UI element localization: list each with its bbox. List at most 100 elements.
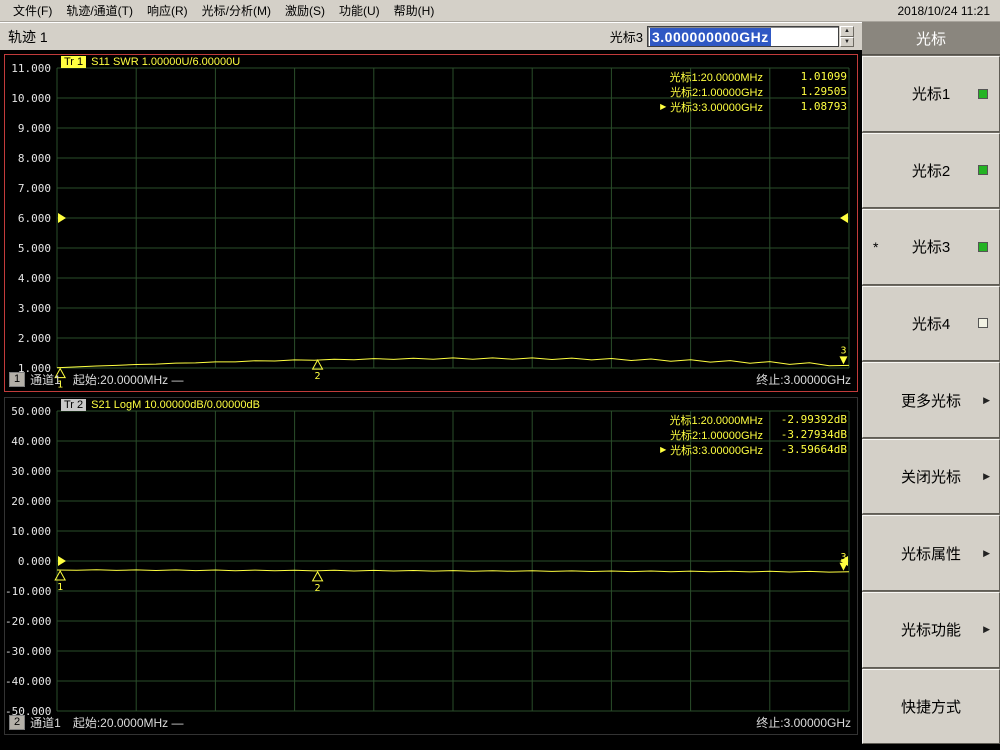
sweep-stop-label: 终止:3.00000GHz (756, 371, 851, 388)
marker-readout-label: 光标2:1.00000GHz (670, 427, 763, 443)
marker-readout-line: 光标2:1.00000GHz-3.27934dB (659, 427, 847, 442)
active-trace-selector[interactable]: 轨迹 1 (8, 27, 48, 47)
marker-readout-line: 光标2:1.00000GHz1.29505 (659, 84, 847, 99)
softkey-marker1[interactable]: 光标1 (862, 56, 1000, 132)
chart-title-row: Tr 2 S21 LogM 10.00000dB/0.00000dB (61, 399, 260, 411)
active-softkey-star: * (873, 239, 878, 255)
y-axis-tick: -10.000 (5, 585, 51, 598)
softkey-marker3[interactable]: * 光标3 (862, 209, 1000, 285)
active-marker-arrow-icon[interactable] (839, 356, 847, 364)
menu-bar: 文件(F)轨迹/通道(T)响应(R)光标/分析(M)激励(S)功能(U)帮助(H… (0, 0, 1000, 22)
y-axis-tick: 30.000 (5, 465, 51, 478)
menu-trace-channel[interactable]: 轨迹/通道(T) (59, 0, 140, 22)
softkey-marker-function[interactable]: 光标功能 ▶ (862, 592, 1000, 668)
softkey-label: 更多光标 (901, 390, 961, 411)
sidebar-header: 光标 (862, 22, 1000, 55)
sweep-start-label: 起始:20.0000MHz ― (73, 714, 184, 731)
marker-readout-line: ▶光标3:3.00000GHz-3.59664dB (659, 442, 847, 457)
spinner-down-button[interactable]: ▼ (840, 37, 854, 48)
channel-name: 通道1 (30, 371, 61, 388)
chart-panel-tr2-s21-logm: 123 50.00040.00030.00020.00010.0000.000-… (4, 397, 858, 735)
y-axis-tick: 0.000 (5, 555, 51, 568)
marker-number: 3 (840, 345, 846, 356)
submenu-arrow-icon: ▶ (983, 471, 990, 482)
marker-number: 1 (57, 582, 63, 593)
sweep-stop-label: 终止:3.00000GHz (756, 714, 851, 731)
softkey-label: 光标功能 (901, 619, 961, 640)
y-axis-ticks: 11.00010.0009.0008.0007.0006.0005.0004.0… (5, 55, 53, 391)
softkey-shortcut[interactable]: 快捷方式 (862, 669, 1000, 745)
marker-readout-value: 1.29505 (769, 85, 847, 98)
softkey-more-markers[interactable]: 更多光标 ▶ (862, 362, 1000, 438)
chart-title-text: S11 SWR 1.00000U/6.00000U (91, 56, 240, 68)
softkey-label: 光标3 (912, 236, 950, 257)
y-axis-tick: 7.000 (5, 182, 51, 195)
menu-file[interactable]: 文件(F) (6, 0, 59, 22)
trace-badge-tr2[interactable]: Tr 2 (61, 399, 86, 411)
y-axis-tick: 50.000 (5, 405, 51, 418)
y-axis-tick: 9.000 (5, 122, 51, 135)
chart-area: 123 11.00010.0009.0008.0007.0006.0005.00… (0, 50, 862, 750)
chart-panel-tr1-s11-swr: 123 11.00010.0009.0008.0007.0006.0005.00… (4, 54, 858, 392)
softkey-marker2[interactable]: 光标2 (862, 133, 1000, 209)
channel-number-badge: 2 (9, 715, 25, 730)
submenu-arrow-icon: ▶ (983, 624, 990, 635)
y-axis-tick: 8.000 (5, 152, 51, 165)
marker-readout-line: 光标1:20.0000MHz -2.99392dB (659, 412, 847, 427)
submenu-arrow-icon: ▶ (983, 395, 990, 406)
ref-level-arrow-right-icon (840, 213, 848, 223)
marker-frequency-value: 3.000000000GHz (650, 28, 771, 46)
ref-level-arrow-left-icon (58, 556, 66, 566)
marker-readout-label: 光标1:20.0000MHz (669, 69, 763, 85)
menu-response[interactable]: 响应(R) (140, 0, 195, 22)
datetime-display: 2018/10/24 11:21 (897, 4, 994, 18)
menu-help[interactable]: 帮助(H) (387, 0, 442, 22)
chart-title-text: S21 LogM 10.00000dB/0.00000dB (91, 399, 260, 411)
marker-readout-value: -3.59664dB (769, 443, 847, 456)
softkey-marker-off[interactable]: 关闭光标▶ (862, 439, 1000, 515)
sweep-start-label: 起始:20.0000MHz ― (73, 371, 184, 388)
trace-badge-tr1[interactable]: Tr 1 (61, 56, 86, 68)
spinner-up-button[interactable]: ▲ (840, 26, 854, 37)
menu-utility[interactable]: 功能(U) (332, 0, 387, 22)
marker-readout-value: 1.08793 (769, 100, 847, 113)
channel-name: 通道1 (30, 714, 61, 731)
marker-led-indicator (978, 165, 988, 175)
softkey-label: 光标属性 (901, 543, 961, 564)
y-axis-ticks: 50.00040.00030.00020.00010.0000.000-10.0… (5, 398, 53, 734)
marker-readouts: 光标1:20.0000MHz 1.01099光标2:1.00000GHz1.295… (659, 69, 847, 114)
y-axis-tick: 3.000 (5, 302, 51, 315)
marker-triangle-icon[interactable] (313, 572, 323, 581)
marker-readout-line: 光标1:20.0000MHz 1.01099 (659, 69, 847, 84)
softkey-label: 快捷方式 (901, 696, 961, 717)
softkey-marker-properties[interactable]: 光标属性▶ (862, 515, 1000, 591)
marker-number: 2 (315, 583, 321, 594)
marker-led-indicator (978, 318, 988, 328)
y-axis-tick: 10.000 (5, 525, 51, 538)
marker-frequency-input[interactable]: 3.000000000GHz (647, 26, 839, 47)
active-marker-arrow-icon[interactable] (839, 563, 847, 571)
selected-marker-arrow-icon: ▶ (660, 445, 670, 454)
marker-readout-line: ▶光标3:3.00000GHz1.08793 (659, 99, 847, 114)
marker-number: 3 (840, 552, 846, 563)
marker-readout-value: 1.01099 (769, 70, 847, 83)
softkey-marker4[interactable]: 光标4 (862, 286, 1000, 362)
toolbar: 轨迹 1 光标3 3.000000000GHz ▲ ▼ (0, 22, 862, 50)
vna-application-window: 文件(F)轨迹/通道(T)响应(R)光标/分析(M)激励(S)功能(U)帮助(H… (0, 0, 1000, 750)
ref-level-arrow-left-icon (58, 213, 66, 223)
softkey-sidebar: 光标 光标1光标2*光标3光标4更多光标▶关闭光标▶光标属性▶光标功能▶快捷方式 (862, 22, 1000, 744)
y-axis-tick: 4.000 (5, 272, 51, 285)
menu-stimulus[interactable]: 激励(S) (278, 0, 332, 22)
y-axis-tick: -40.000 (5, 675, 51, 688)
marker-readout-value: -2.99392dB (769, 413, 847, 426)
marker-readout-label: 光标1:20.0000MHz (669, 412, 763, 428)
marker-field-label: 光标3 (610, 27, 643, 46)
selected-marker-arrow-icon: ▶ (660, 102, 670, 111)
y-axis-tick: 40.000 (5, 435, 51, 448)
marker-led-indicator (978, 89, 988, 99)
channel-status-bar: 1 通道1 起始:20.0000MHz ― 终止:3.00000GHz (9, 371, 851, 388)
softkey-label: 光标2 (912, 160, 950, 181)
menu-marker-analysis[interactable]: 光标/分析(M) (195, 0, 278, 22)
softkey-label: 光标4 (912, 313, 950, 334)
y-axis-tick: 11.000 (5, 62, 51, 75)
